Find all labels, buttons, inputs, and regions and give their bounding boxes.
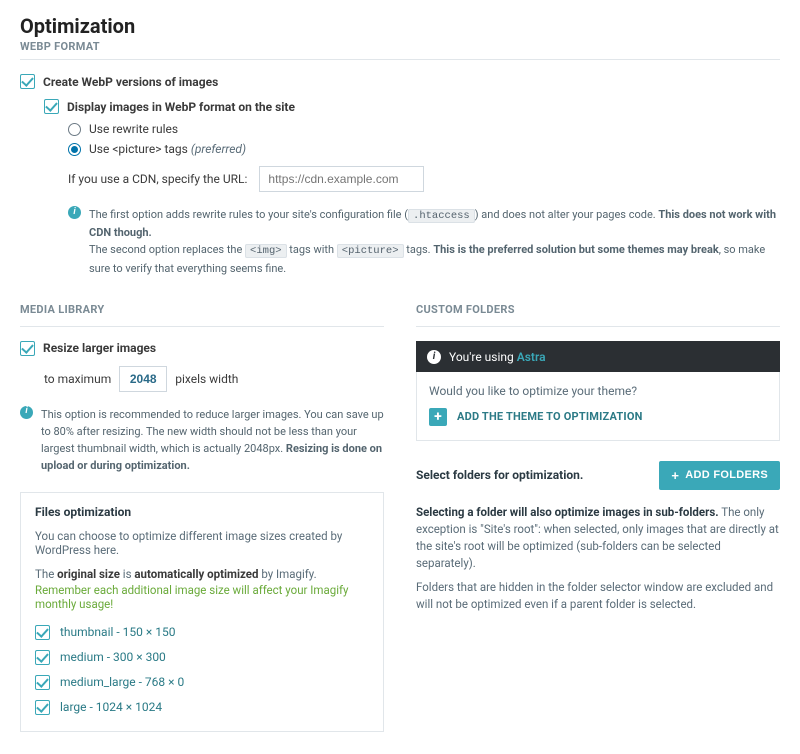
divider [20, 326, 384, 327]
custom-folders-heading: CUSTOM FOLDERS [416, 303, 780, 316]
to-maximum-label: to maximum [44, 372, 111, 386]
add-theme-button[interactable]: + ADD THE THEME TO OPTIMIZATION [429, 408, 767, 426]
theme-banner: i You're using Astra [416, 341, 780, 372]
display-webp-checkbox[interactable] [44, 99, 59, 114]
create-webp-label: Create WebP versions of images [43, 75, 218, 89]
size-label: large - 1024 × 1024 [60, 700, 162, 714]
theme-name-link[interactable]: Astra [517, 350, 546, 364]
folders-description: Selecting a folder will also optimize im… [416, 504, 780, 614]
select-folders-label: Select folders for optimization. [416, 468, 583, 482]
files-desc: You can choose to optimize different ima… [35, 529, 369, 557]
size-medium-large[interactable]: medium_large - 768 × 0 [35, 675, 369, 690]
files-optimization-panel: Files optimization You can choose to opt… [20, 492, 384, 732]
page-title: Optimization [20, 14, 780, 38]
webp-section-heading: WEBP FORMAT [20, 40, 780, 53]
files-usage-warning: Remember each additional image size will… [35, 583, 369, 611]
rewrite-rules-radio[interactable] [68, 123, 81, 136]
size-large[interactable]: large - 1024 × 1024 [35, 700, 369, 715]
media-library-heading: MEDIA LIBRARY [20, 303, 384, 316]
resize-checkbox[interactable] [20, 341, 35, 356]
plus-icon: + [671, 468, 679, 483]
rewrite-rules-label: Use rewrite rules [89, 122, 178, 136]
cdn-url-label: If you use a CDN, specify the URL: [68, 172, 247, 186]
picture-tags-label: Use <picture> tags (preferred) [89, 142, 246, 156]
display-webp-label: Display images in WebP format on the sit… [67, 100, 295, 114]
cdn-url-input[interactable] [259, 166, 424, 192]
webp-info-text: The first option adds rewrite rules to y… [89, 206, 780, 277]
divider [416, 326, 780, 327]
size-thumbnail[interactable]: thumbnail - 150 × 150 [35, 625, 369, 640]
info-icon: i [20, 406, 33, 419]
size-label: thumbnail - 150 × 150 [60, 625, 176, 639]
create-webp-checkbox[interactable] [20, 74, 35, 89]
pixels-width-label: pixels width [175, 372, 238, 386]
size-label: medium_large - 768 × 0 [60, 675, 184, 689]
plus-icon: + [429, 408, 447, 426]
size-checkbox[interactable] [35, 650, 50, 665]
divider [20, 59, 780, 60]
resize-label: Resize larger images [43, 341, 156, 355]
size-medium[interactable]: medium - 300 × 300 [35, 650, 369, 665]
max-width-input[interactable] [119, 366, 167, 392]
files-original-note: The original size is automatically optim… [35, 567, 369, 581]
picture-tags-radio[interactable] [68, 143, 81, 156]
add-folders-button[interactable]: + ADD FOLDERS [659, 461, 780, 490]
theme-banner-text: You're using Astra [449, 350, 546, 364]
size-checkbox[interactable] [35, 625, 50, 640]
optimize-theme-question: Would you like to optimize your theme? [429, 384, 767, 398]
info-icon: i [427, 350, 441, 364]
size-checkbox[interactable] [35, 675, 50, 690]
size-label: medium - 300 × 300 [60, 650, 166, 664]
files-title: Files optimization [35, 505, 369, 519]
info-icon: i [68, 206, 81, 219]
resize-info-text: This option is recommended to reduce lar… [41, 406, 384, 474]
size-checkbox[interactable] [35, 700, 50, 715]
